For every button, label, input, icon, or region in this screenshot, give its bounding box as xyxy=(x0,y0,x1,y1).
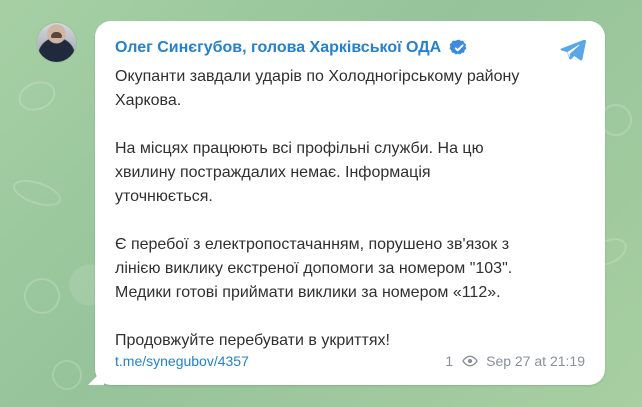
timestamp: Sep 27 at 21:19 xyxy=(486,353,585,369)
message-meta: 1 Sep 27 at 21:19 xyxy=(445,353,585,369)
message-paragraph: Є перебої з електропостачанням, порушено… xyxy=(115,236,513,301)
author-name[interactable]: Олег Синєгубов, голова Харківської ОДА xyxy=(115,40,441,56)
eye-icon xyxy=(462,355,478,367)
telegram-share-icon xyxy=(560,39,586,61)
message-paragraph: На місцях працюють всі профільні служби.… xyxy=(115,140,484,205)
message-footer: t.me/synegubov/4357 1 Sep 27 at 21:19 xyxy=(115,351,585,371)
message-text: Окупанти завдали ударів по Холодногірськ… xyxy=(115,65,585,353)
channel-avatar[interactable] xyxy=(37,23,76,62)
message-header: Олег Синєгубов, голова Харківської ОДА xyxy=(115,35,583,61)
verified-icon xyxy=(449,39,467,55)
message-paragraph: Продовжуйте перебувати в укриттях! xyxy=(115,332,390,349)
background-doodle xyxy=(52,360,82,390)
background-doodle xyxy=(24,278,60,314)
share-button[interactable] xyxy=(557,35,587,65)
post-link[interactable]: t.me/synegubov/4357 xyxy=(115,353,249,369)
views-count: 1 xyxy=(445,353,454,369)
message-bubble: Олег Синєгубов, голова Харківської ОДА О… xyxy=(95,21,605,385)
message-paragraph: Окупанти завдали ударів по Холодногірськ… xyxy=(115,68,520,109)
